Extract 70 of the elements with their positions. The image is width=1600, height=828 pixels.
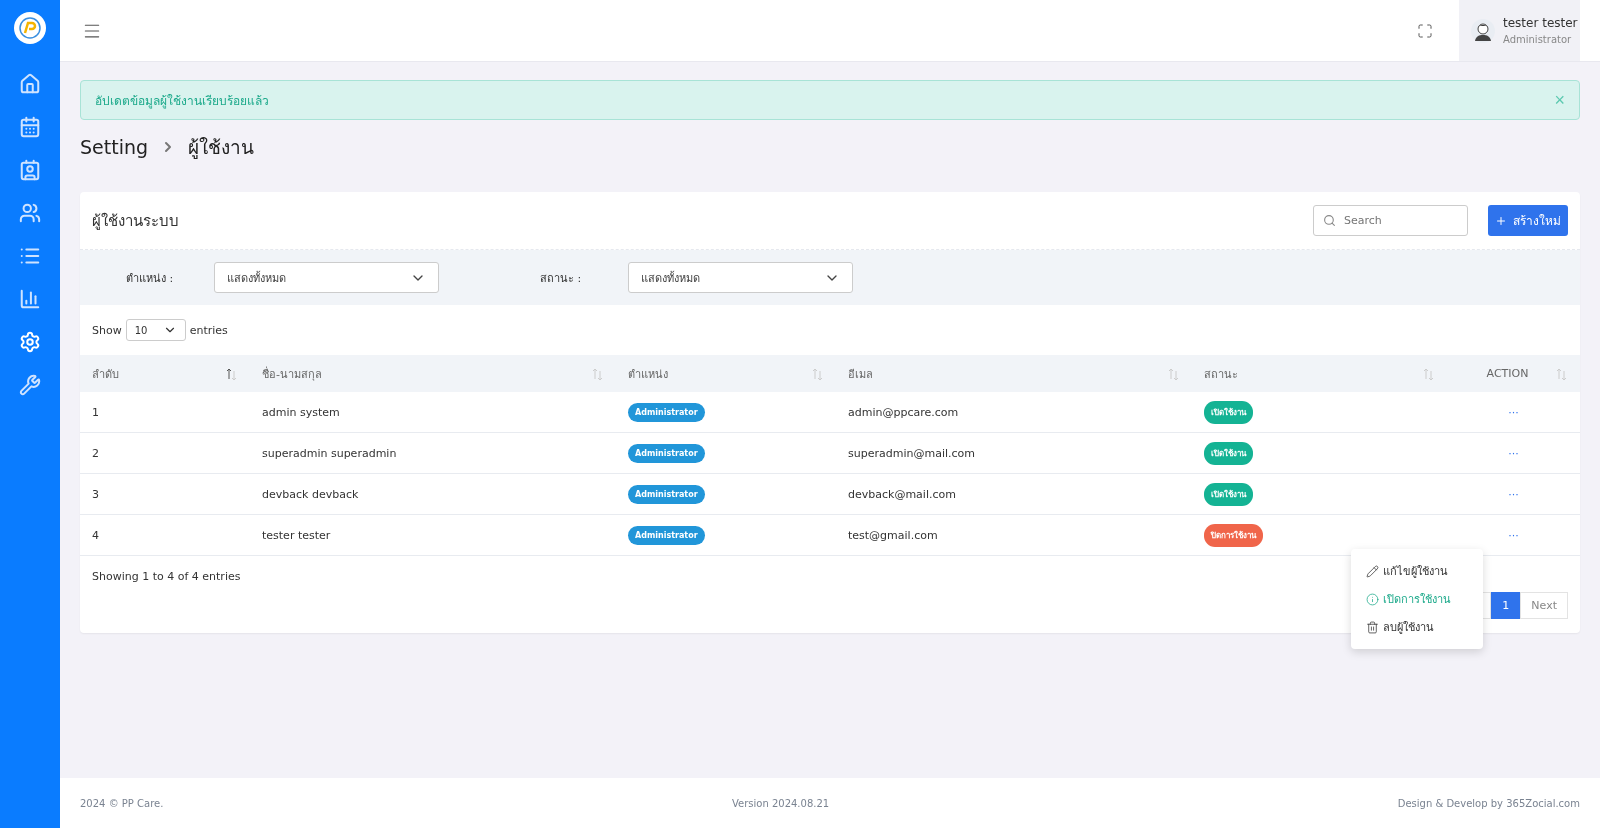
entries-label: entries bbox=[189, 323, 228, 337]
table-cell: admin system bbox=[262, 405, 340, 419]
column-header[interactable]: ACTION bbox=[1459, 367, 1556, 380]
role-tag: Administrator bbox=[628, 484, 705, 504]
table-cell: superadmin superadmin bbox=[262, 446, 397, 460]
avatar-icon bbox=[1471, 18, 1495, 43]
create-button[interactable]: สร้างใหม่ bbox=[1488, 205, 1568, 236]
table-cell: devback devback bbox=[262, 487, 359, 501]
show-label: Show bbox=[92, 323, 122, 337]
table-cell: test@gmail.com bbox=[848, 528, 938, 542]
sort-icon[interactable] bbox=[226, 366, 238, 381]
menu-item[interactable]: แก้ไขผู้ใช้งาน bbox=[1351, 557, 1483, 585]
filter-label: ตำแหน่ง : bbox=[125, 270, 175, 287]
status-tag: ปิดการใช้งาน bbox=[1204, 523, 1263, 547]
table-cell: 4 bbox=[92, 528, 99, 542]
plus-icon bbox=[1495, 214, 1507, 227]
role-tag: Administrator bbox=[628, 525, 705, 545]
user-role: Administrator bbox=[1503, 34, 1573, 45]
table-cell: admin@ppcare.com bbox=[848, 405, 959, 419]
page-button[interactable]: Next bbox=[1520, 592, 1568, 619]
user-panel[interactable]: tester tester Administrator bbox=[1459, 0, 1580, 61]
team-icon bbox=[19, 201, 41, 224]
tools-icon bbox=[19, 373, 41, 396]
version-text: Version 2024.08.21 bbox=[731, 797, 830, 809]
filter-select[interactable]: แสดงทั้งหมด bbox=[628, 262, 853, 293]
more-button[interactable]: ··· bbox=[1508, 405, 1519, 419]
info-icon bbox=[1366, 592, 1379, 606]
breadcrumb-item: ผู้ใช้งาน bbox=[188, 135, 255, 161]
column-header[interactable]: ลำดับ bbox=[92, 364, 119, 383]
role-tag: Administrator bbox=[628, 443, 705, 463]
more-button[interactable]: ··· bbox=[1508, 528, 1519, 542]
user-name: tester tester bbox=[1503, 16, 1578, 30]
alert-message: อัปเดตข้อมูลผู้ใช้งานเรียบร้อยแล้ว bbox=[95, 92, 269, 110]
menu-item[interactable]: ลบผู้ใช้งาน bbox=[1351, 613, 1483, 641]
breadcrumb-item[interactable]: Setting bbox=[80, 136, 149, 158]
contact-book-icon bbox=[19, 158, 41, 181]
table-info: Showing 1 to 4 of 4 entries bbox=[92, 570, 241, 583]
table-cell: superadmin@mail.com bbox=[848, 446, 975, 460]
copyright-text: 2024 © PP Care. bbox=[80, 797, 164, 809]
home-icon bbox=[19, 72, 41, 95]
page-button[interactable]: 1 bbox=[1491, 592, 1521, 619]
column-header[interactable]: สถานะ bbox=[1204, 364, 1238, 383]
calendar-icon bbox=[19, 115, 41, 138]
search-icon bbox=[1323, 214, 1336, 227]
column-header[interactable]: อีเมล bbox=[848, 364, 873, 383]
table-cell: tester tester bbox=[262, 528, 331, 542]
trash-icon bbox=[1366, 620, 1379, 634]
bar-chart-icon bbox=[19, 287, 41, 310]
column-header[interactable]: ชื่อ-นามสกุล bbox=[262, 364, 322, 383]
column-header[interactable]: ตำแหน่ง bbox=[628, 364, 668, 383]
card-title: ผู้ใช้งานระบบ bbox=[92, 210, 180, 232]
status-tag: เปิดใช้งาน bbox=[1204, 482, 1253, 506]
menu-item[interactable]: เปิดการใช้งาน bbox=[1351, 585, 1483, 613]
logo-icon[interactable] bbox=[14, 12, 46, 44]
filter-label: สถานะ : bbox=[539, 270, 583, 287]
settings-icon bbox=[19, 330, 41, 353]
table-cell: 2 bbox=[92, 446, 99, 460]
role-tag: Administrator bbox=[628, 402, 705, 422]
entries-select[interactable]: 10 bbox=[125, 319, 186, 341]
status-tag: เปิดใช้งาน bbox=[1204, 441, 1253, 465]
pencil-icon bbox=[1366, 564, 1379, 578]
more-button[interactable]: ··· bbox=[1508, 446, 1519, 460]
table-cell: 1 bbox=[92, 405, 99, 419]
credit-text: Design & Develop by 365Zocial.com bbox=[1397, 797, 1580, 809]
filter-select[interactable]: แสดงทั้งหมด bbox=[214, 262, 439, 293]
table-cell: 3 bbox=[92, 487, 99, 501]
more-button[interactable]: ··· bbox=[1508, 487, 1519, 501]
search-field[interactable]: Search bbox=[1313, 205, 1468, 236]
table-cell: devback@mail.com bbox=[848, 487, 956, 501]
status-tag: เปิดใช้งาน bbox=[1204, 400, 1253, 424]
